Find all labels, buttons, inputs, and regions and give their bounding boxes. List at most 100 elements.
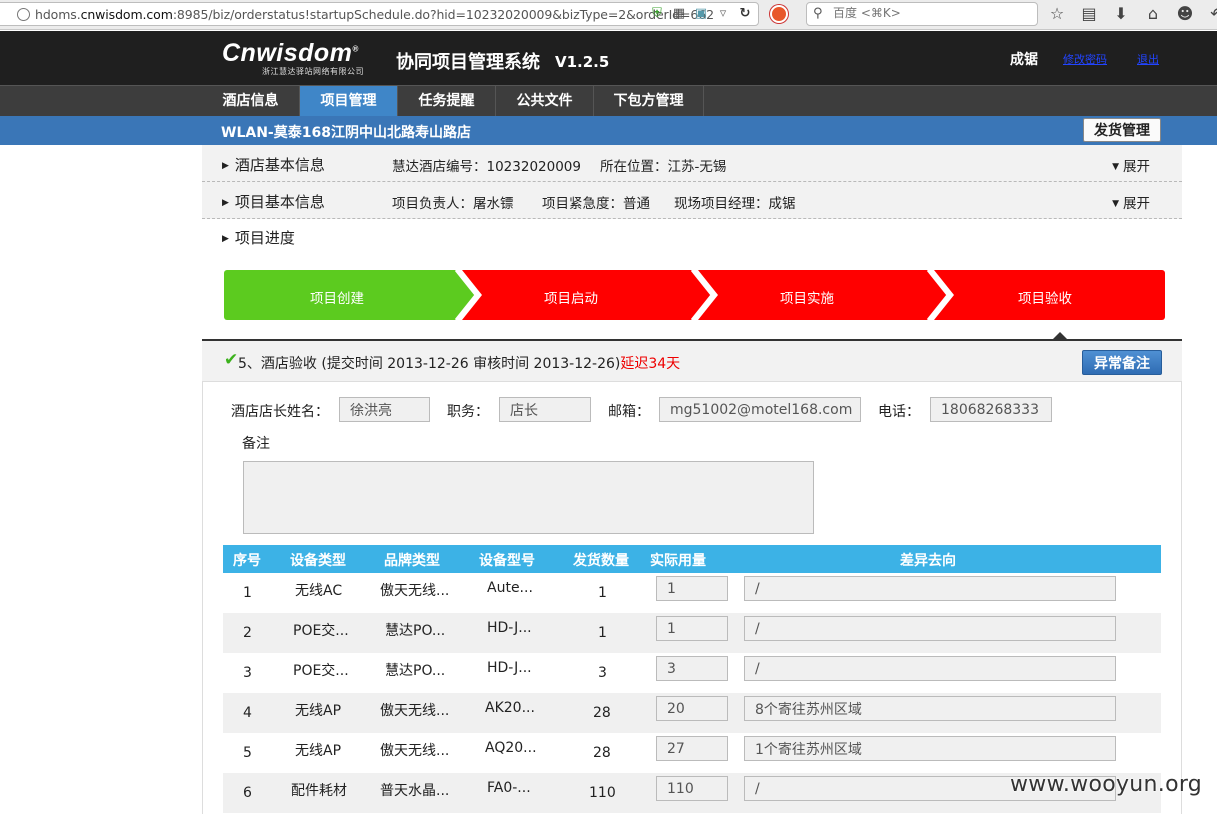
row-brand: 慧达PO...: [385, 663, 446, 679]
main-nav: 酒店信息 项目管理 任务提醒 公共文件 下包方管理: [0, 85, 1217, 116]
dropdown-arrow-icon[interactable]: ▿: [716, 7, 730, 21]
cube-icon[interactable]: ▣: [694, 7, 708, 21]
download-icon[interactable]: ⬇: [1110, 4, 1132, 23]
reload-icon[interactable]: ↻: [738, 7, 752, 21]
remark-label: 备注: [242, 436, 270, 452]
chat-icon[interactable]: ☻: [1174, 4, 1196, 23]
table-row: 1 无线AC 傲天无线... Aute... 1: [223, 573, 1161, 613]
row-device-type: 无线AP: [295, 743, 342, 759]
shield-icon[interactable]: ⛨: [650, 7, 664, 21]
position-label: 职务：: [447, 404, 489, 420]
site-manager: 现场项目经理：成锯: [674, 196, 796, 212]
row-no: 6: [243, 785, 252, 801]
col-actual-qty: 实际用量: [650, 553, 706, 569]
row-model: AK20...: [485, 700, 535, 716]
manager-name-label: 酒店店长姓名：: [231, 404, 329, 420]
col-brand: 品牌类型: [384, 553, 440, 569]
step-project-implement[interactable]: 项目实施: [780, 287, 834, 307]
actual-qty-input[interactable]: [656, 736, 728, 761]
email-label: 邮箱：: [608, 404, 650, 420]
logo: Cnwisdom®: [222, 39, 359, 67]
col-model: 设备型号: [479, 553, 535, 569]
nav-hotel-info[interactable]: 酒店信息: [202, 86, 300, 116]
position-field[interactable]: [499, 397, 591, 422]
progress-title[interactable]: ▶ 项目进度: [222, 227, 295, 248]
acceptance-header: ✔ 5、酒店验收 (提交时间 2013-12-26 审核时间 2013-12-2…: [202, 341, 1182, 382]
project-urgency: 项目紧急度：普通: [542, 196, 650, 212]
abnormal-remark-button[interactable]: 异常备注: [1082, 350, 1162, 375]
actual-qty-input[interactable]: [656, 696, 728, 721]
row-no: 2: [243, 625, 252, 641]
nav-project-management[interactable]: 项目管理: [300, 86, 398, 116]
table-row: 3 POE交... 慧达PO... HD-J... 3: [223, 653, 1161, 693]
row-no: 4: [243, 705, 252, 721]
change-password-link[interactable]: 修改密码: [1063, 51, 1107, 67]
actual-qty-input[interactable]: [656, 576, 728, 601]
hotel-info-expand[interactable]: ▼ 展开: [1112, 155, 1150, 175]
back-icon[interactable]: ↶: [1206, 4, 1217, 23]
hotel-info-section[interactable]: ▶ 酒店基本信息 慧达酒店编号：10232020009 所在位置：江苏-无锡 ▼ 展…: [202, 145, 1182, 182]
phone-label: 电话：: [878, 404, 920, 420]
globe-icon: [17, 8, 30, 21]
remark-textarea[interactable]: [243, 461, 814, 534]
row-brand: 普天水晶...: [380, 783, 450, 799]
row-device-type: 配件耗材: [291, 783, 347, 799]
hotel-info-title: ▶ 酒店基本信息: [222, 156, 325, 174]
project-owner: 项目负责人：屠水镖: [392, 196, 514, 212]
app-header: Cnwisdom® 浙江慧达驿站网络有限公司 协同项目管理系统 V1.2.5 成…: [0, 31, 1217, 85]
col-device-type: 设备类型: [290, 553, 346, 569]
project-info-section[interactable]: ▶ 项目基本信息 项目负责人：屠水镖 项目紧急度：普通 现场项目经理：成锯 ▼ 展开: [202, 182, 1182, 219]
row-brand: 傲天无线...: [380, 703, 450, 719]
project-info-expand[interactable]: ▼ 展开: [1112, 192, 1150, 212]
hotel-location: 所在位置：江苏-无锡: [600, 159, 727, 175]
email-field[interactable]: [659, 397, 861, 422]
logo-subtitle: 浙江慧达驿站网络有限公司: [262, 67, 364, 76]
acceptance-heading: 5、酒店验收 (提交时间 2013-12-26 审核时间 2013-12-26)…: [238, 356, 681, 372]
delay-badge: 延迟34天: [620, 356, 681, 372]
diff-destination-input[interactable]: [744, 616, 1116, 641]
progress-steps: 项目创建 项目启动 项目实施 项目验收: [224, 270, 1165, 320]
search-input[interactable]: [833, 6, 1023, 20]
row-model: HD-J...: [487, 660, 532, 676]
manager-name-field[interactable]: [339, 397, 430, 422]
nav-subcontractor[interactable]: 下包方管理: [594, 86, 704, 116]
diff-destination-input[interactable]: [744, 696, 1116, 721]
row-device-type: 无线AP: [295, 703, 342, 719]
hotel-name: WLAN-莫泰168江阴中山北路寿山路店: [221, 125, 471, 141]
diff-destination-input[interactable]: [744, 736, 1116, 761]
device-table-header: 序号 设备类型 品牌类型 设备型号 发货数量 实际用量 差异去向: [223, 545, 1161, 573]
home-icon[interactable]: ⌂: [1142, 4, 1164, 23]
shipment-management-button[interactable]: 发货管理: [1083, 118, 1161, 142]
watermark: www.wooyun.org: [1010, 772, 1203, 797]
row-no: 1: [243, 585, 252, 601]
step-project-start[interactable]: 项目启动: [544, 287, 598, 307]
actual-qty-input[interactable]: [656, 616, 728, 641]
qr-code-icon[interactable]: ▦: [672, 7, 686, 21]
diff-destination-input[interactable]: [744, 656, 1116, 681]
active-step-caret: [1053, 332, 1067, 339]
actual-qty-input[interactable]: [656, 776, 728, 801]
row-no: 5: [243, 745, 252, 761]
step-project-create[interactable]: 项目创建: [310, 287, 364, 307]
triangle-right-icon: ▶: [222, 161, 229, 171]
nav-public-files[interactable]: 公共文件: [496, 86, 594, 116]
row-no: 3: [243, 665, 252, 681]
triangle-right-icon: ▶: [222, 198, 229, 208]
col-ship-qty: 发货数量: [573, 553, 629, 569]
search-box[interactable]: ⚲: [806, 2, 1038, 26]
diff-destination-input[interactable]: [744, 576, 1116, 601]
bookmark-star-icon[interactable]: ☆: [1046, 4, 1068, 23]
nav-task-reminder[interactable]: 任务提醒: [398, 86, 496, 116]
table-row: 5 无线AP 傲天无线... AQ20... 28: [223, 733, 1161, 773]
adblock-icon[interactable]: [770, 5, 788, 23]
phone-field[interactable]: [930, 397, 1052, 422]
reading-list-icon[interactable]: ▤: [1078, 4, 1100, 23]
address-bar[interactable]: hdoms.cnwisdom.com:8985/biz/orderstatus!…: [0, 2, 759, 26]
row-ship-qty: 1: [598, 625, 607, 641]
row-ship-qty: 1: [598, 585, 607, 601]
actual-qty-input[interactable]: [656, 656, 728, 681]
row-device-type: POE交...: [293, 623, 349, 639]
logout-link[interactable]: 退出: [1137, 51, 1159, 67]
col-diff: 差异去向: [900, 553, 956, 569]
step-project-accept[interactable]: 项目验收: [1018, 287, 1072, 307]
